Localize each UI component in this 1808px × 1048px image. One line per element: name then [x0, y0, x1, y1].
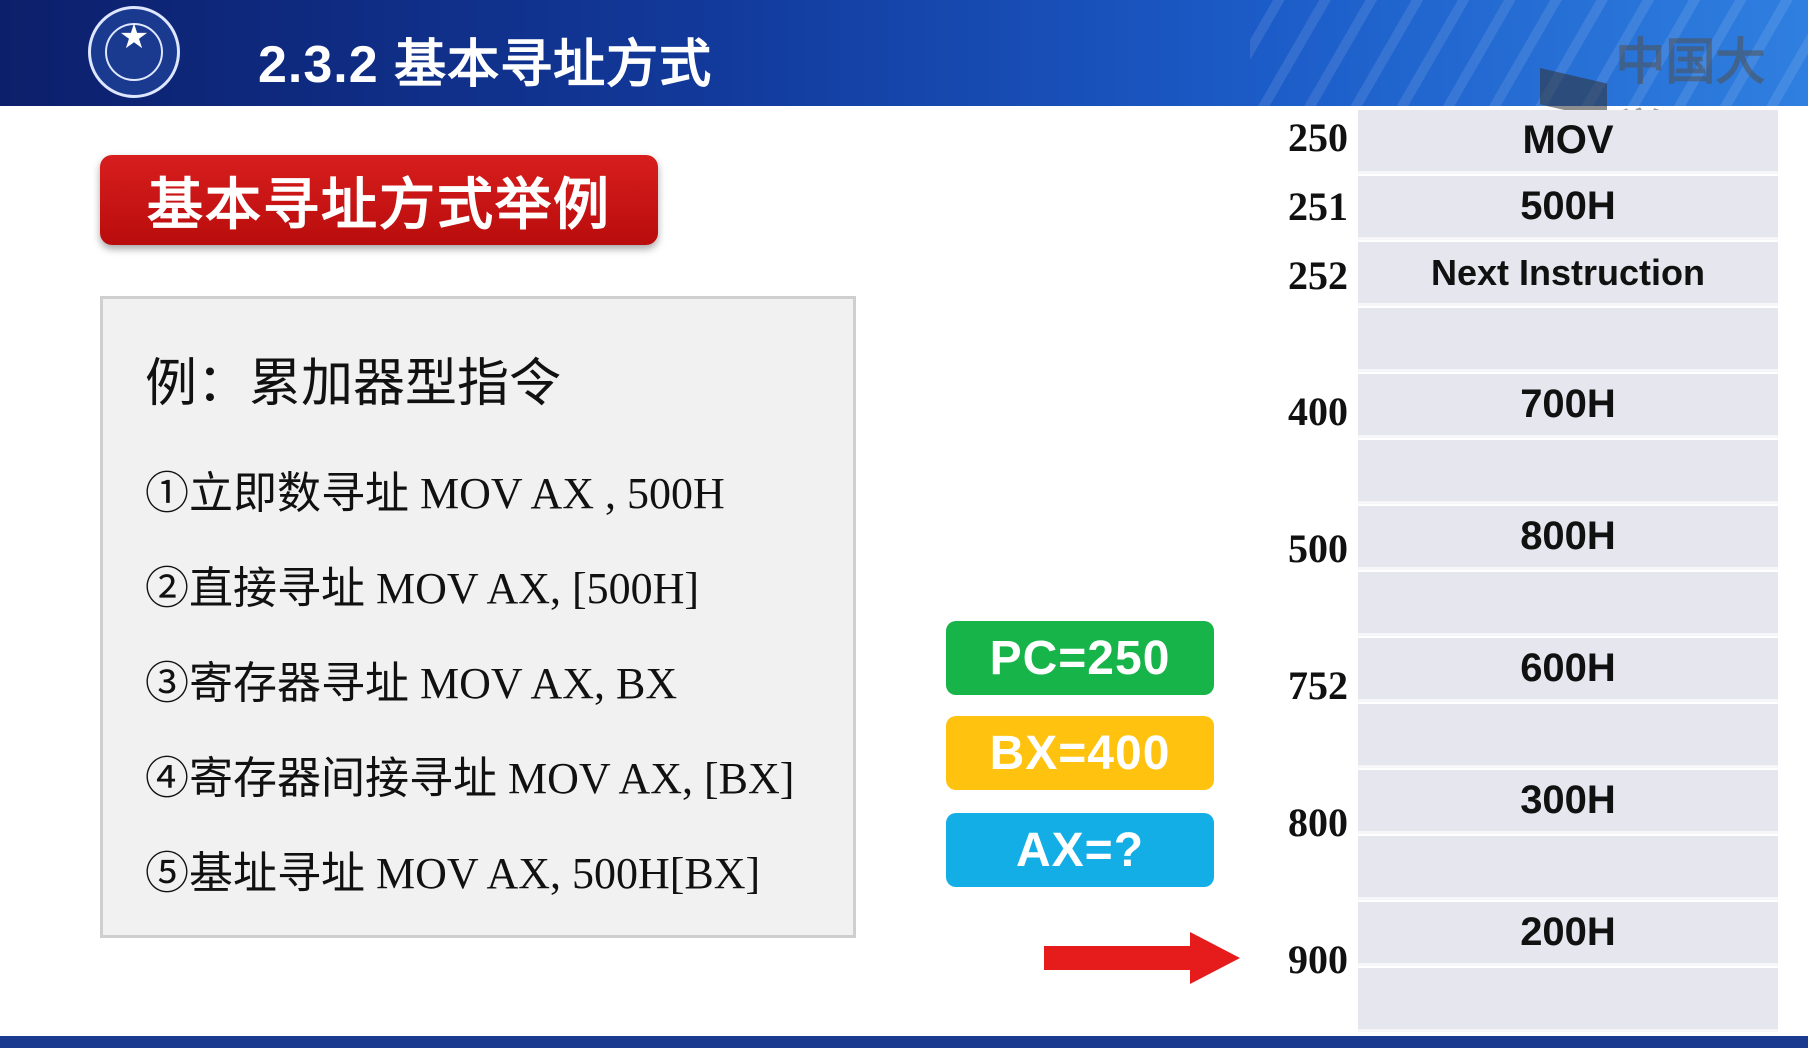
address-label: 251 [1288, 184, 1348, 229]
memory-cell: 500H [1358, 176, 1778, 240]
memory-cell [1358, 968, 1778, 1032]
register-bx: BX=400 [946, 716, 1214, 790]
memory-cell: 200H [1358, 902, 1778, 966]
address-label: 250 [1288, 115, 1348, 160]
slide-footer [0, 1036, 1808, 1048]
register-ax: AX=? [946, 813, 1214, 887]
memory-cell [1358, 440, 1778, 504]
example-item-base: ⑤基址寻址 MOV AX, 500H[BX] [145, 849, 761, 898]
example-box: 例：累加器型指令 ①立即数寻址 MOV AX , 500H ②直接寻址 MOV … [100, 296, 856, 938]
memory-cell: 600H [1358, 638, 1778, 702]
memory-cell: MOV [1358, 110, 1778, 174]
address-label: 900 [1288, 937, 1348, 982]
address-label: 400 [1288, 389, 1348, 434]
address-label: 500 [1288, 526, 1348, 571]
slide-header: ★ 2.3.2 基本寻址方式 [0, 0, 1808, 106]
example-item-immediate: ①立即数寻址 MOV AX , 500H [145, 469, 725, 518]
memory-cell: 800H [1358, 506, 1778, 570]
example-heading: 例：累加器型指令 [145, 354, 562, 414]
slide-title: 2.3.2 基本寻址方式 [258, 36, 713, 94]
section-label: 基本寻址方式举例 [100, 155, 658, 245]
red-right-arrow-icon [1044, 932, 1240, 984]
memory-cell [1358, 704, 1778, 768]
memory-column: MOV 500H Next Instruction 700H 800H 600H… [1358, 110, 1778, 1036]
memory-cell: Next Instruction [1358, 242, 1778, 306]
example-item-register: ③寄存器寻址 MOV AX, BX [145, 659, 678, 708]
register-pc: PC=250 [946, 621, 1214, 695]
memory-cell [1358, 572, 1778, 636]
university-emblem-icon: ★ [88, 6, 180, 98]
address-label: 800 [1288, 800, 1348, 845]
memory-cell: 300H [1358, 770, 1778, 834]
memory-cell [1358, 836, 1778, 900]
star-icon: ★ [118, 18, 150, 56]
example-item-direct: ②直接寻址 MOV AX, [500H] [145, 564, 700, 613]
example-item-register-indirect: ④寄存器间接寻址 MOV AX, [BX] [145, 754, 795, 803]
memory-cell [1358, 308, 1778, 372]
address-label: 252 [1288, 253, 1348, 298]
memory-cell: 700H [1358, 374, 1778, 438]
address-label: 752 [1288, 663, 1348, 708]
